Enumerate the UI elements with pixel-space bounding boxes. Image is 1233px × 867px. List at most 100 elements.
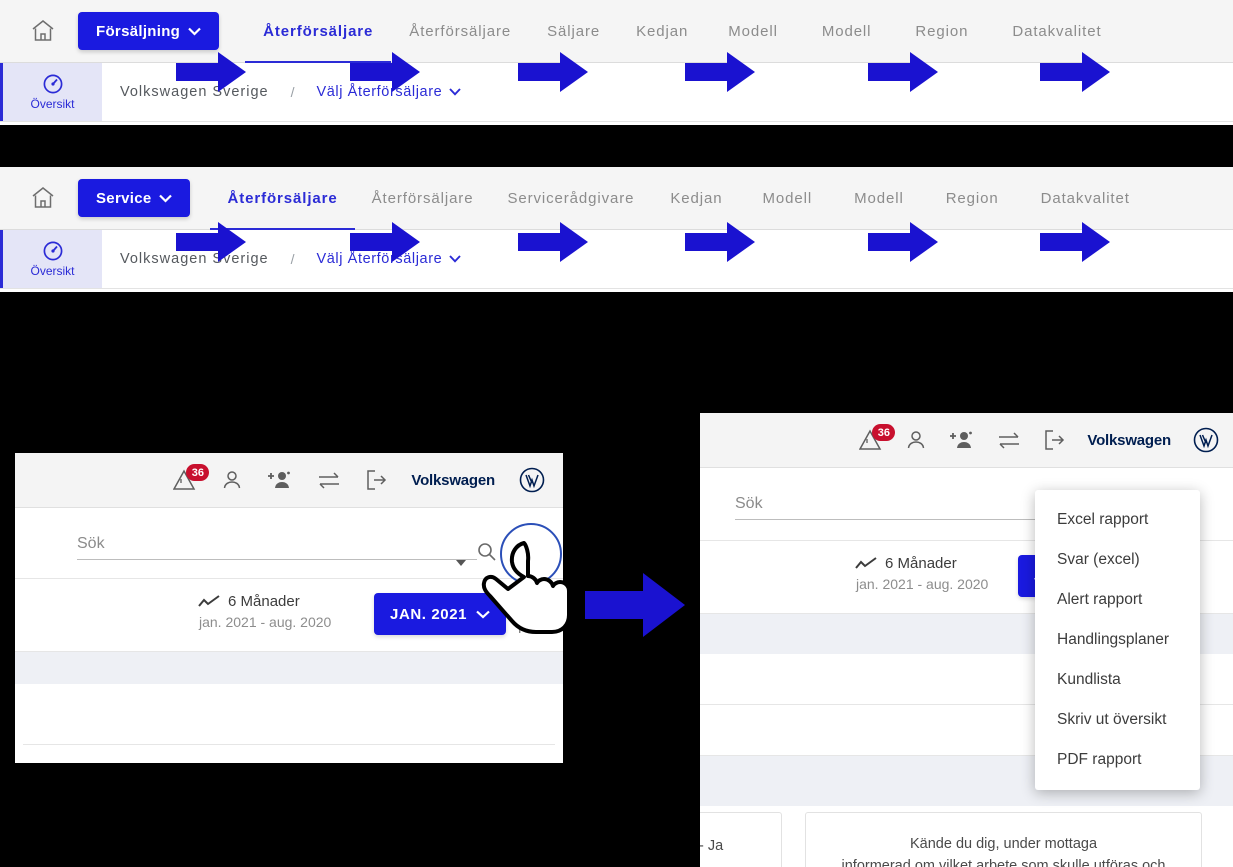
tab-label: Kedjan [636,22,689,40]
menu-item-handlingsplaner[interactable]: Handlingsplaner [1035,620,1200,660]
menu-item-pdf-rapport[interactable]: PDF rapport [1035,740,1200,780]
sidebar-item-label: Översikt [30,264,75,278]
trend-line-icon [855,556,877,569]
filter-icon[interactable] [522,595,542,618]
nav-bar-sales: Försäljning Återförsäljare Återförsäljar… [0,0,1233,63]
period-label: 6 Månader [228,593,300,610]
menu-item-alert-rapport[interactable]: Alert rapport [1035,580,1200,620]
search-input[interactable]: Sök [77,535,477,560]
date-picker-button[interactable]: JAN. 2021 [374,593,507,635]
breadcrumb-row-sales: Översikt Volkswagen Sverige / Välj Återf… [0,63,1233,122]
trend-line-icon [198,594,220,607]
alert-triangle-icon[interactable]: 36 [859,424,896,451]
tab-kedjan[interactable]: Kedjan [618,0,706,62]
filter-label: Filter [518,621,548,636]
app-header: 36 Volkswagen [700,413,1233,468]
tab-serviceradgivare[interactable]: Servicerådgivare [490,167,651,229]
chevron-down-icon [449,88,462,96]
tab-aterforsaljare-2[interactable]: Återförsäljare [355,167,491,229]
export-dropdown-menu: Excel rapport Svar (excel) Alert rapport… [1035,490,1200,790]
nav-panel-sales: Försäljning Återförsäljare Återförsäljar… [0,0,1233,125]
dealer-selector[interactable]: Välj Återförsäljare [316,251,462,267]
tab-label: Modell [728,22,778,40]
menu-item-label: Kundlista [1057,671,1121,688]
dealer-selector[interactable]: Välj Återförsäljare [316,84,462,100]
breadcrumb: Volkswagen Sverige / Välj Återförsäljare [120,251,462,267]
chevron-down-icon[interactable] [456,560,466,566]
switch-icon[interactable] [317,470,341,490]
user-icon[interactable] [905,429,927,451]
tab-label: Datakvalitet [1012,22,1102,40]
dealer-selector-label: Välj Återförsäljare [316,251,443,267]
alert-triangle-icon[interactable]: 36 [173,464,210,491]
tab-label: Region [915,22,969,40]
add-user-icon[interactable] [267,469,293,491]
menu-item-kundlista[interactable]: Kundlista [1035,660,1200,700]
content-row [23,684,555,745]
nav-tabs-service: Återförsäljare Återförsäljare Serviceråd… [210,167,1233,230]
search-placeholder: Sök [735,495,763,512]
logout-icon[interactable] [365,469,387,491]
tab-saljare[interactable]: Säljare [529,0,618,62]
mode-selector-label: Försäljning [96,22,181,40]
tab-aterforsaljare-1[interactable]: Återförsäljare [245,0,392,63]
sidebar-item-oversikt[interactable]: Översikt [0,230,102,288]
period-range: jan. 2021 - aug. 2020 [856,576,989,592]
tab-aterforsaljare-1[interactable]: Återförsäljare [210,167,355,230]
chevron-down-icon [188,27,201,36]
tab-region[interactable]: Region [893,0,990,62]
tab-region[interactable]: Region [925,167,1020,229]
tab-modell-1[interactable]: Modell [742,167,834,229]
breadcrumb-separator: / [290,251,295,267]
breadcrumb-root: Volkswagen Sverige [120,84,269,100]
nav-tabs-sales: Återförsäljare Återförsäljare Säljare Ke… [245,0,1233,63]
breadcrumb: Volkswagen Sverige / Välj Återförsäljare [120,84,462,100]
menu-item-label: Handlingsplaner [1057,631,1170,648]
search-row: Sök [15,508,563,579]
home-icon[interactable] [30,18,56,44]
switch-icon[interactable] [997,430,1021,450]
user-icon[interactable] [221,469,243,491]
nav-panel-service: Service Återförsäljare Återförsäljare Se… [0,167,1233,292]
tab-label: Återförsäljare [409,22,512,40]
mode-selector-label: Service [96,189,152,207]
mode-selector-sales[interactable]: Försäljning [78,12,220,50]
tab-label: Modell [854,189,904,207]
sidebar-item-label: Översikt [30,97,75,111]
menu-item-excel-rapport[interactable]: Excel rapport [1035,500,1200,540]
app-header: 36 Volkswagen [15,453,563,508]
period-indicator[interactable]: 6 Månader jan. 2021 - aug. 2020 [198,593,331,630]
tab-kedjan[interactable]: Kedjan [651,167,741,229]
vw-logo-icon [1193,427,1219,453]
tab-label: Återförsäljare [227,189,338,207]
search-icon[interactable] [477,542,496,566]
menu-item-label: Excel rapport [1057,511,1149,528]
logout-icon[interactable] [1043,429,1065,451]
sidebar-item-oversikt[interactable]: Översikt [0,63,102,121]
menu-item-svar-excel[interactable]: Svar (excel) [1035,540,1200,580]
alert-count-badge: 36 [872,424,896,441]
tab-aterforsaljare-2[interactable]: Återförsäljare [391,0,529,62]
tab-datakvalitet[interactable]: Datakvalitet [1020,167,1151,229]
chevron-down-icon [476,610,490,618]
menu-item-label: Alert rapport [1057,591,1143,608]
date-picker-label: JAN. 2021 [390,605,468,623]
tab-modell-1[interactable]: Modell [706,0,800,62]
tab-datakvalitet[interactable]: Datakvalitet [990,0,1123,62]
tab-modell-2[interactable]: Modell [800,0,894,62]
period-range: jan. 2021 - aug. 2020 [199,614,332,630]
mode-selector-service[interactable]: Service [78,179,191,217]
menu-item-skriv-ut-oversikt[interactable]: Skriv ut översikt [1035,700,1200,740]
brand-label: Volkswagen [1087,431,1171,449]
add-user-icon[interactable] [949,429,975,451]
vw-logo-icon [519,467,545,493]
home-icon[interactable] [30,185,56,211]
menu-item-label: Skriv ut översikt [1057,711,1167,728]
tab-label: Modell [762,189,813,207]
period-indicator[interactable]: 6 Månader jan. 2021 - aug. 2020 [855,555,988,592]
gauge-icon [43,74,62,94]
chevron-down-icon [449,255,462,263]
tab-label: Servicerådgivare [507,189,635,207]
tab-modell-2[interactable]: Modell [833,167,925,229]
tab-label: Modell [821,22,872,40]
